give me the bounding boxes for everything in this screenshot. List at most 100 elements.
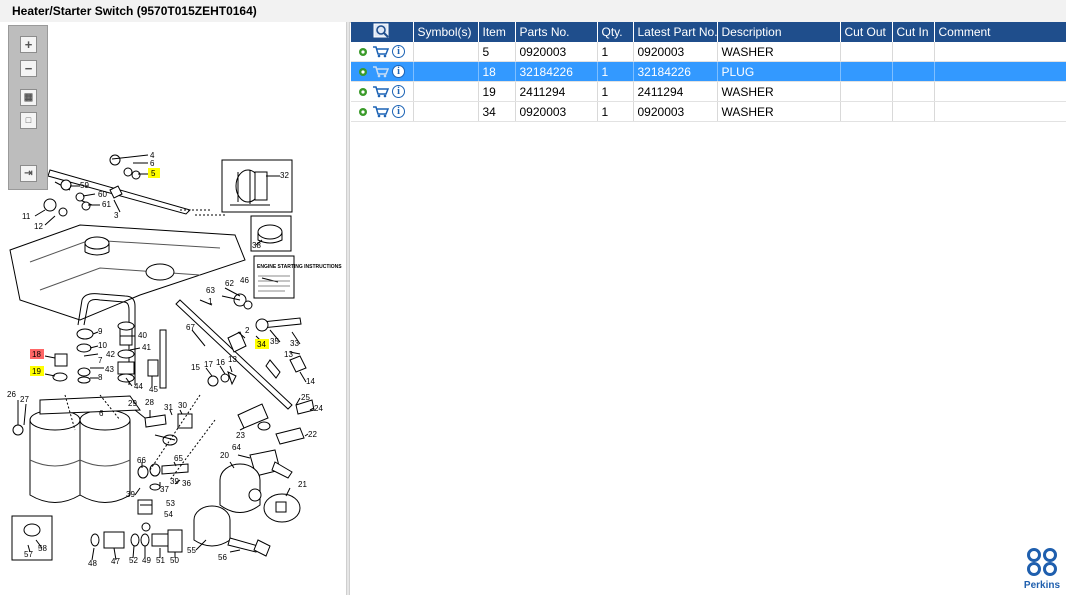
callout-9[interactable]: 9 [98,327,103,336]
callout-41[interactable]: 41 [142,343,151,352]
export-icon[interactable]: ⇥ [20,165,37,182]
panel-splitter[interactable] [346,22,350,595]
callout-22[interactable]: 22 [308,430,317,439]
callout-49[interactable]: 49 [142,556,151,565]
zoom-in-icon[interactable]: + [20,36,37,53]
callout-25[interactable]: 25 [301,393,310,402]
callout-45[interactable]: 45 [149,385,158,394]
callout-35[interactable]: 35 [270,337,279,346]
callout-6[interactable]: 6 [150,159,155,168]
callout-2[interactable]: 2 [245,326,250,335]
callout-58[interactable]: 58 [38,544,47,553]
callout-65[interactable]: 65 [174,454,183,463]
cart-icon[interactable] [372,45,389,58]
settings-icon[interactable] [357,46,369,58]
col-latest-part-no[interactable]: Latest Part No. [633,22,718,42]
callout-26[interactable]: 26 [7,390,16,399]
callout-40[interactable]: 40 [138,331,147,340]
info-icon[interactable]: i [392,45,405,58]
callout-29[interactable]: 29 [128,399,137,408]
callout-60[interactable]: 60 [98,190,107,199]
callout-1[interactable]: 1 [208,297,213,306]
settings-icon[interactable] [357,86,369,98]
callout-59[interactable]: 59 [80,181,89,190]
col-cut-out[interactable]: Cut Out [840,22,893,42]
table-row-selected[interactable]: i 18 32184226 1 32184226 PLUG [351,61,1066,82]
callout-36[interactable]: 36 [182,479,191,488]
col-symbols[interactable]: Symbol(s) [413,22,479,42]
cart-icon[interactable] [372,85,389,98]
info-icon[interactable]: i [392,105,405,118]
callout-61[interactable]: 61 [102,200,111,209]
col-item[interactable]: Item [478,22,516,42]
callout-39b[interactable]: 39 [170,477,179,486]
callout-11[interactable]: 11 [22,212,31,221]
actual-size-icon[interactable]: □ [20,112,37,129]
callout-48[interactable]: 48 [88,559,97,568]
callout-19[interactable]: 19 [32,367,41,376]
callout-24[interactable]: 24 [314,404,323,413]
callout-56[interactable]: 56 [218,553,227,562]
callout-16[interactable]: 16 [216,358,225,367]
callout-13a[interactable]: 13 [228,355,237,364]
callout-64[interactable]: 64 [232,443,241,452]
callout-32[interactable]: 32 [280,171,289,180]
callout-34[interactable]: 34 [257,340,266,349]
callout-6b[interactable]: 6 [99,409,104,418]
table-row[interactable]: i 5 0920003 1 0920003 WASHER [351,42,1066,62]
settings-icon[interactable] [357,66,369,78]
col-comment[interactable]: Comment [934,22,1066,42]
callout-31[interactable]: 31 [164,403,173,412]
col-description[interactable]: Description [717,22,841,42]
callout-33[interactable]: 33 [290,339,299,348]
table-row[interactable]: i 19 2411294 1 2411294 WASHER [351,81,1066,102]
callout-17[interactable]: 17 [204,360,213,369]
callout-47[interactable]: 47 [111,557,120,566]
callout-7[interactable]: 7 [98,356,103,365]
table-row[interactable]: i 34 0920003 1 0920003 WASHER [351,101,1066,122]
callout-66[interactable]: 66 [137,456,146,465]
callout-38[interactable]: 38 [252,241,261,250]
callout-12[interactable]: 12 [34,222,43,231]
callout-42[interactable]: 42 [106,350,115,359]
fit-icon[interactable]: ▦ [20,89,37,106]
exploded-diagram[interactable]: 4 6 5 59 60 61 11 12 3 32 38 46 63 62 1 … [0,22,346,595]
callout-52[interactable]: 52 [129,556,138,565]
callout-50[interactable]: 50 [170,556,179,565]
search-icon[interactable] [373,23,391,39]
callout-63[interactable]: 63 [206,286,215,295]
info-icon[interactable]: i [392,65,405,78]
callout-51[interactable]: 51 [156,556,165,565]
callout-14[interactable]: 14 [306,377,315,386]
callout-62[interactable]: 62 [225,279,234,288]
info-icon[interactable]: i [392,85,405,98]
callout-23[interactable]: 23 [236,431,245,440]
callout-15[interactable]: 15 [191,363,200,372]
callout-44[interactable]: 44 [134,382,143,391]
callout-53[interactable]: 53 [166,499,175,508]
callout-55[interactable]: 55 [187,546,196,555]
settings-icon[interactable] [357,106,369,118]
callout-30[interactable]: 30 [178,401,187,410]
callout-13b[interactable]: 13 [284,350,293,359]
callout-54[interactable]: 54 [164,510,173,519]
search-header-cell[interactable] [351,22,414,42]
callout-5[interactable]: 5 [151,169,156,178]
callout-39a[interactable]: 39 [126,490,135,499]
callout-28[interactable]: 28 [145,398,154,407]
callout-67[interactable]: 67 [186,323,195,332]
callout-18[interactable]: 18 [32,350,41,359]
callout-20[interactable]: 20 [220,451,229,460]
callout-43[interactable]: 43 [105,365,114,374]
callout-46[interactable]: 46 [240,276,249,285]
col-qty[interactable]: Qty. [597,22,634,42]
callout-21[interactable]: 21 [298,480,307,489]
callout-3[interactable]: 3 [114,211,119,220]
cart-icon[interactable] [372,105,389,118]
diagram-panel[interactable]: 4 6 5 59 60 61 11 12 3 32 38 46 63 62 1 … [0,22,347,595]
callout-8[interactable]: 8 [98,373,103,382]
col-parts-no[interactable]: Parts No. [515,22,598,42]
callout-37[interactable]: 37 [160,485,169,494]
zoom-out-icon[interactable]: − [20,60,37,77]
col-cut-in[interactable]: Cut In [892,22,935,42]
